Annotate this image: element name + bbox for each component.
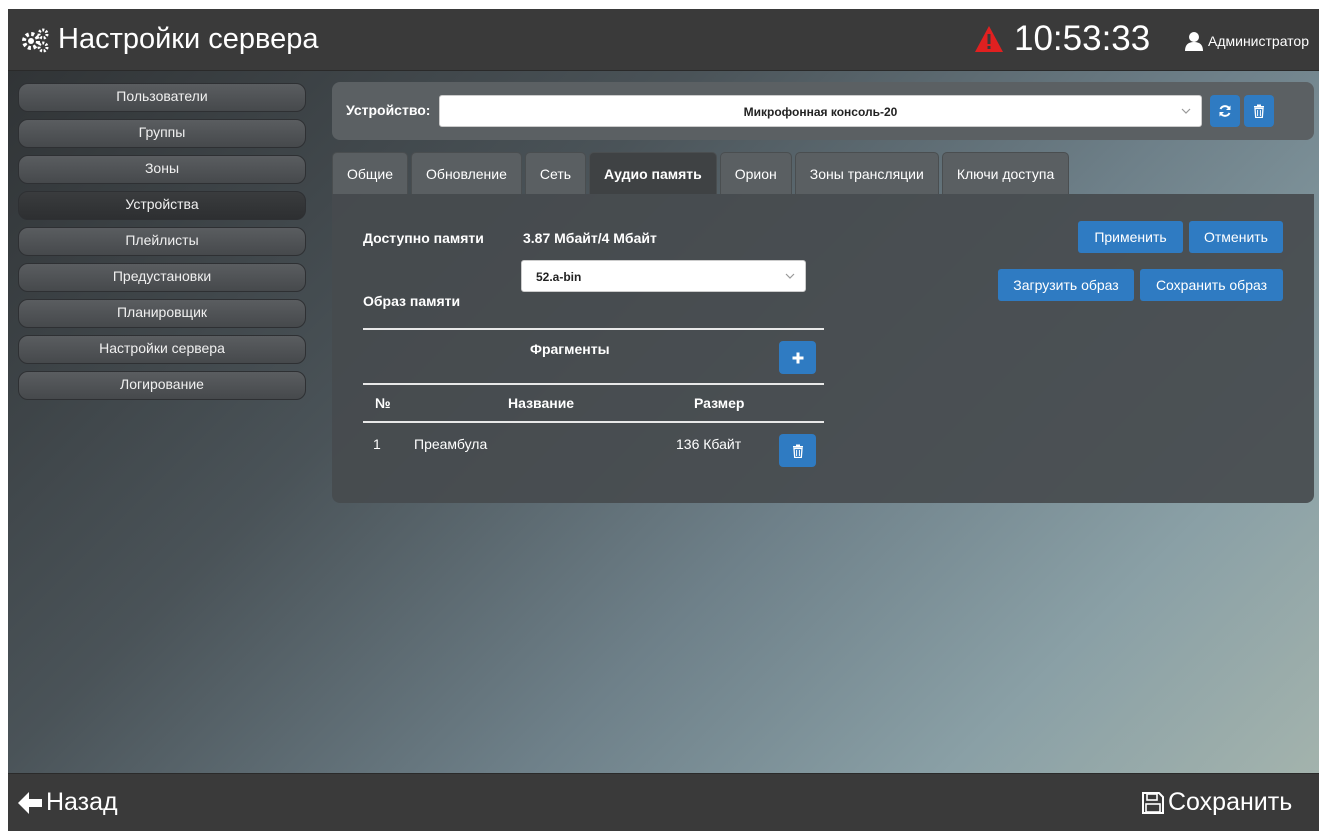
app-window: Настройки сервера 10:53:33 Администратор… bbox=[8, 9, 1319, 831]
device-select-value: Микрофонная консоль-20 bbox=[743, 105, 898, 119]
user-icon bbox=[1185, 32, 1203, 51]
delete-fragment-button[interactable] bbox=[779, 434, 816, 467]
column-header-number: № bbox=[375, 395, 391, 411]
save-button[interactable]: Сохранить bbox=[1142, 788, 1292, 817]
divider bbox=[363, 383, 824, 385]
trash-icon bbox=[792, 444, 803, 458]
user-menu[interactable]: Администратор bbox=[1184, 31, 1309, 51]
apply-button[interactable]: Применить bbox=[1078, 221, 1183, 253]
tab-update[interactable]: Обновление bbox=[411, 152, 522, 194]
back-label: Назад bbox=[46, 788, 118, 816]
divider bbox=[363, 328, 824, 330]
sidebar-item-zones[interactable]: Зоны bbox=[18, 155, 306, 184]
column-header-size: Размер bbox=[694, 395, 745, 411]
warning-icon[interactable] bbox=[974, 25, 1004, 53]
sidebar-item-scheduler[interactable]: Планировщик bbox=[18, 299, 306, 328]
save-label: Сохранить bbox=[1168, 788, 1293, 816]
floppy-disk-icon bbox=[1142, 791, 1164, 814]
row-name: Преамбула bbox=[414, 436, 488, 452]
chevron-down-icon bbox=[785, 273, 795, 279]
tab-bar: Общие Обновление Сеть Аудио память Орион… bbox=[332, 152, 1072, 194]
cancel-button[interactable]: Отменить bbox=[1189, 221, 1283, 253]
arrow-left-icon bbox=[18, 791, 42, 814]
memory-image-value: 52.a-bin bbox=[536, 270, 582, 284]
top-bar: Настройки сервера 10:53:33 Администратор bbox=[8, 9, 1319, 71]
chevron-down-icon bbox=[1181, 108, 1191, 114]
memory-image-label: Образ памяти bbox=[363, 293, 461, 309]
device-label: Устройство: bbox=[346, 102, 431, 118]
fragments-title: Фрагменты bbox=[530, 341, 610, 357]
sidebar-item-presets[interactable]: Предустановки bbox=[18, 263, 306, 292]
sidebar-item-groups[interactable]: Группы bbox=[18, 119, 306, 148]
save-image-button[interactable]: Сохранить образ bbox=[1140, 269, 1283, 301]
back-button[interactable]: Назад bbox=[18, 788, 118, 817]
user-name: Администратор bbox=[1208, 33, 1310, 49]
sidebar-item-server-settings[interactable]: Настройки сервера bbox=[18, 335, 306, 364]
memory-image-select[interactable]: 52.a-bin bbox=[521, 260, 806, 292]
tab-broadcast-zones[interactable]: Зоны трансляции bbox=[794, 152, 939, 194]
sidebar-item-playlists[interactable]: Плейлисты bbox=[18, 227, 306, 256]
sidebar: Пользователи Группы Зоны Устройства Плей… bbox=[18, 83, 306, 407]
row-size: 136 Кбайт bbox=[676, 436, 742, 452]
page-title: Настройки сервера bbox=[58, 23, 319, 55]
clock: 10:53:33 bbox=[1014, 19, 1151, 58]
refresh-icon bbox=[1219, 105, 1231, 117]
sidebar-item-logging[interactable]: Логирование bbox=[18, 371, 306, 400]
plus-icon bbox=[792, 352, 803, 363]
available-memory-label: Доступно памяти bbox=[363, 230, 484, 246]
refresh-button[interactable] bbox=[1210, 95, 1240, 127]
trash-icon bbox=[1254, 104, 1264, 118]
device-select[interactable]: Микрофонная консоль-20 bbox=[439, 95, 1202, 127]
bottom-bar: Назад Сохранить bbox=[8, 773, 1319, 831]
tab-access-keys[interactable]: Ключи доступа bbox=[941, 152, 1070, 194]
column-header-name: Название bbox=[508, 395, 575, 411]
delete-device-button[interactable] bbox=[1244, 95, 1274, 127]
tab-audio-memory[interactable]: Аудио память bbox=[589, 152, 717, 194]
available-memory-value: 3.87 Мбайт/4 Мбайт bbox=[523, 230, 657, 246]
audio-memory-panel: Доступно памяти 3.87 Мбайт/4 Мбайт Приме… bbox=[332, 194, 1314, 503]
tab-general[interactable]: Общие bbox=[332, 152, 409, 194]
gears-icon bbox=[22, 28, 49, 52]
sidebar-item-users[interactable]: Пользователи bbox=[18, 83, 306, 112]
device-bar: Устройство: Микрофонная консоль-20 bbox=[332, 82, 1314, 140]
tab-orion[interactable]: Орион bbox=[719, 152, 792, 194]
add-fragment-button[interactable] bbox=[779, 341, 816, 374]
divider bbox=[363, 421, 824, 423]
tab-network[interactable]: Сеть bbox=[524, 152, 587, 194]
row-number: 1 bbox=[373, 436, 381, 452]
app-title: Настройки сервера bbox=[20, 23, 318, 56]
load-image-button[interactable]: Загрузить образ bbox=[998, 269, 1134, 301]
sidebar-item-devices[interactable]: Устройства bbox=[18, 191, 306, 220]
